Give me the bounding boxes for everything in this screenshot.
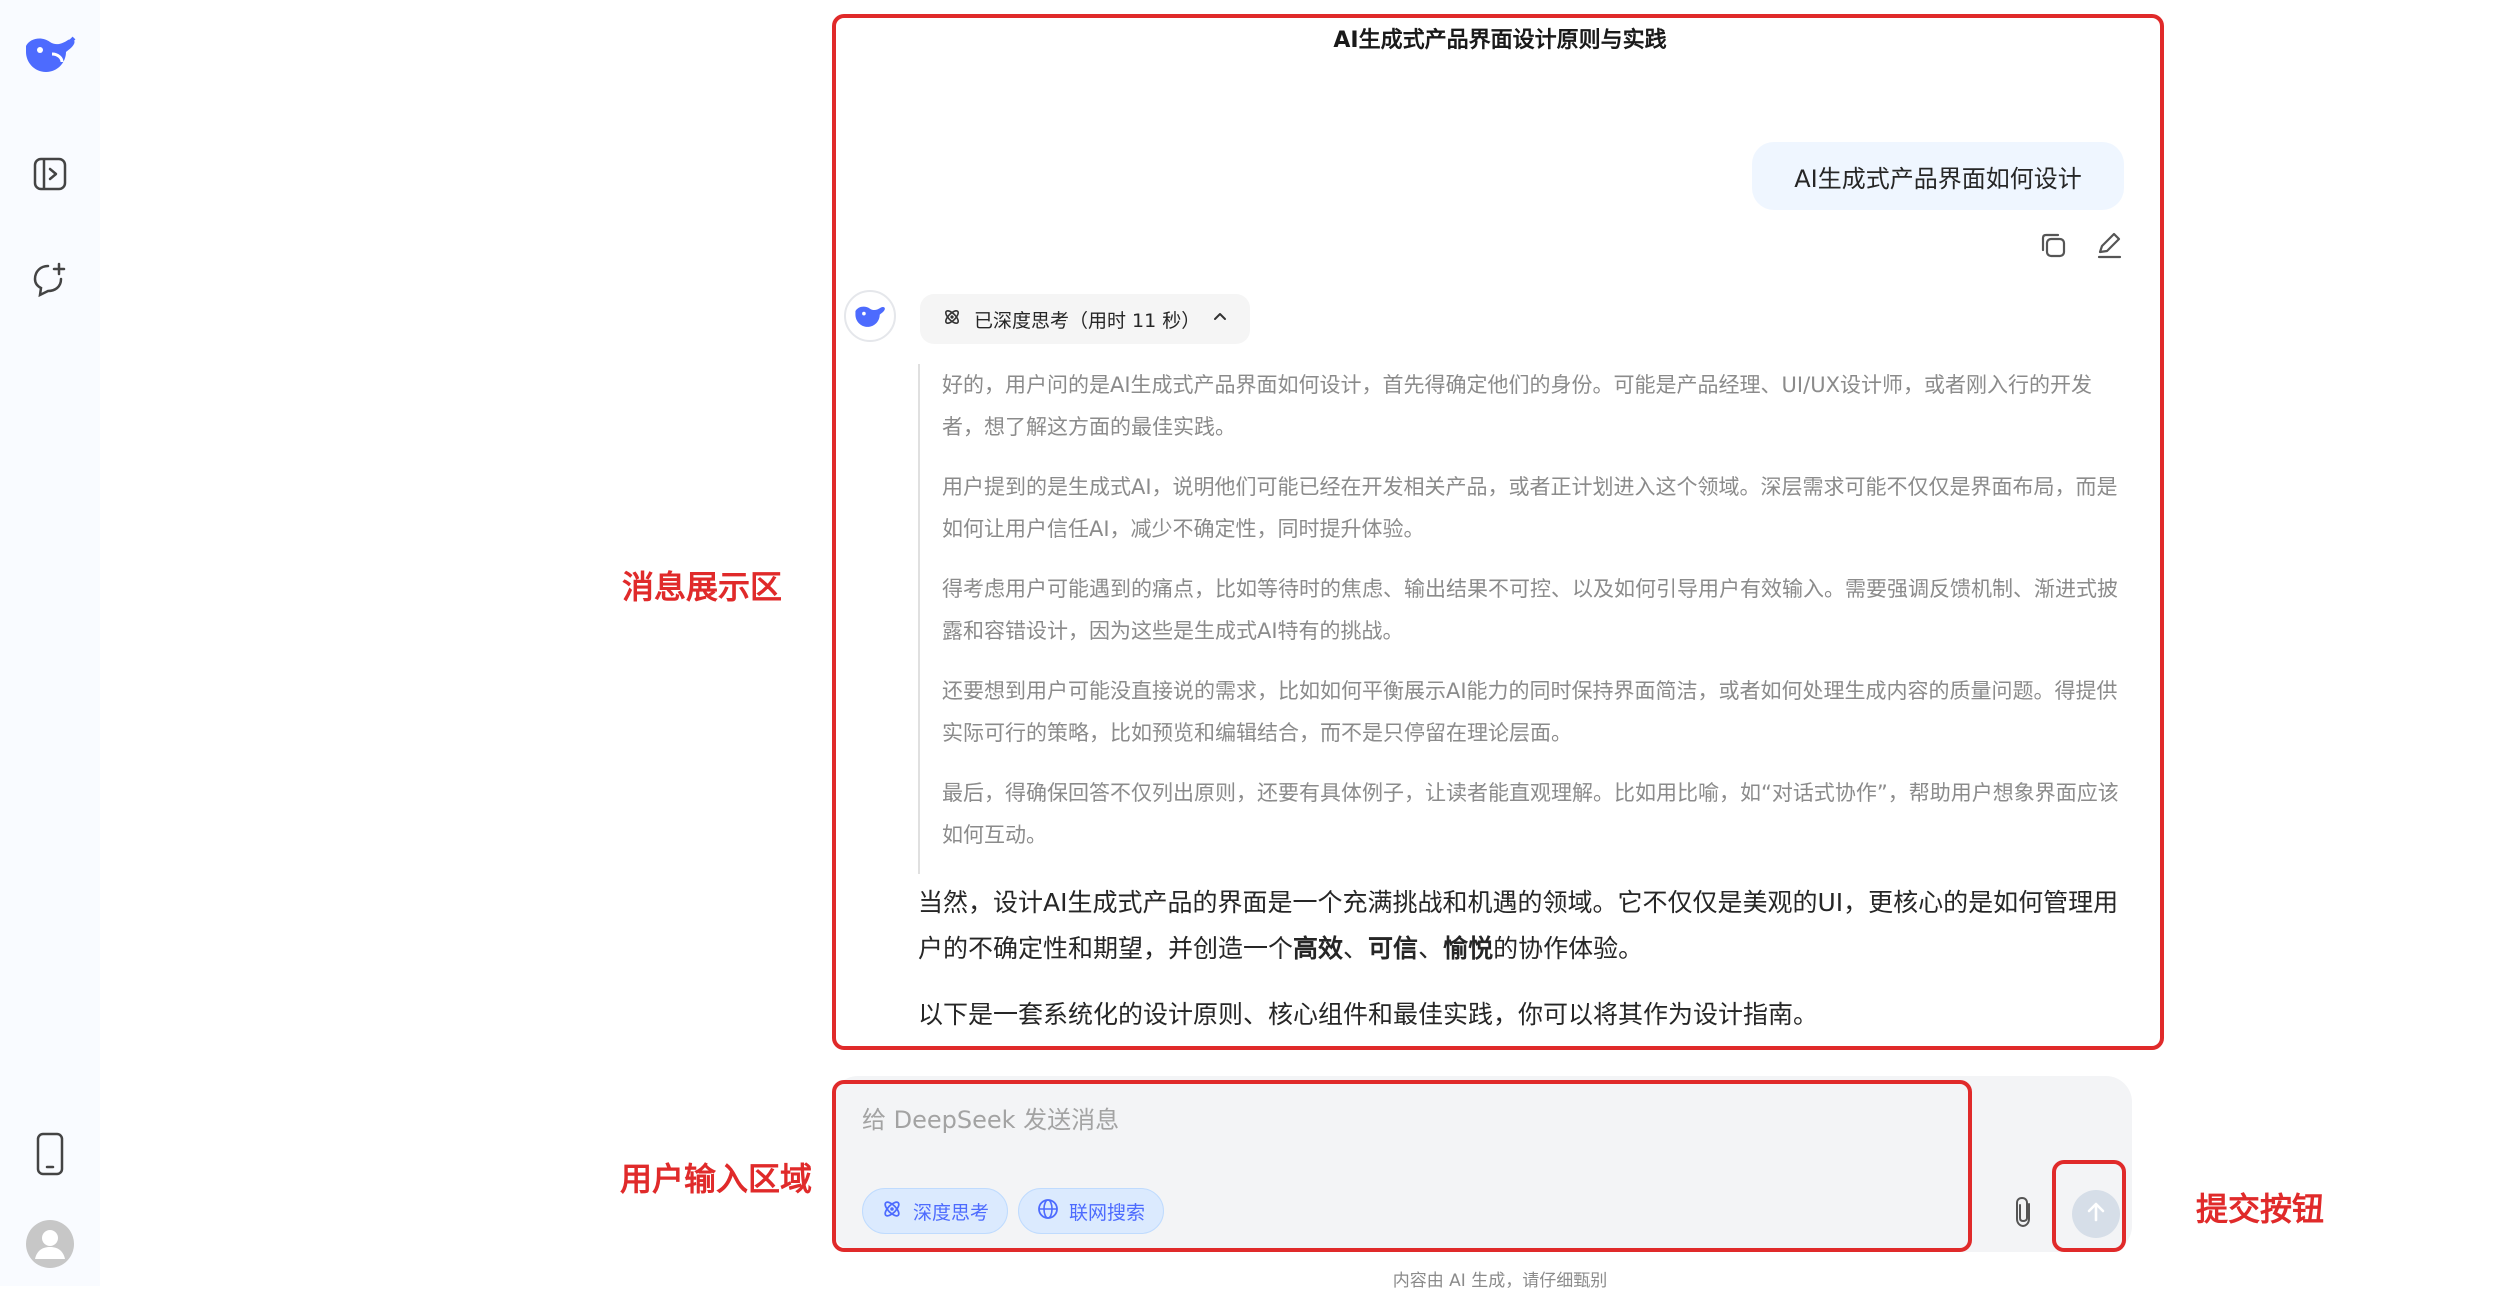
message-area-annotation: 消息展示区 <box>622 568 783 606</box>
open-sidebar-icon[interactable] <box>22 146 78 202</box>
paperclip-icon[interactable] <box>2004 1192 2044 1232</box>
input-area-annotation: 用户输入区域 <box>620 1160 813 1198</box>
submit-button-annotation: 提交按钮 <box>2196 1190 2325 1228</box>
new-chat-icon[interactable] <box>22 252 78 308</box>
input-area-outline <box>832 1080 1972 1252</box>
message-area-outline <box>832 14 2164 1050</box>
ai-disclaimer: 内容由 AI 生成，请仔细甄别 <box>1392 1271 1608 1291</box>
mobile-phone-icon[interactable] <box>22 1126 78 1182</box>
user-avatar-icon[interactable] <box>22 1216 78 1272</box>
deepseek-logo-icon[interactable] <box>22 26 78 82</box>
sidebar <box>0 0 100 1286</box>
submit-button-outline <box>2052 1160 2126 1252</box>
